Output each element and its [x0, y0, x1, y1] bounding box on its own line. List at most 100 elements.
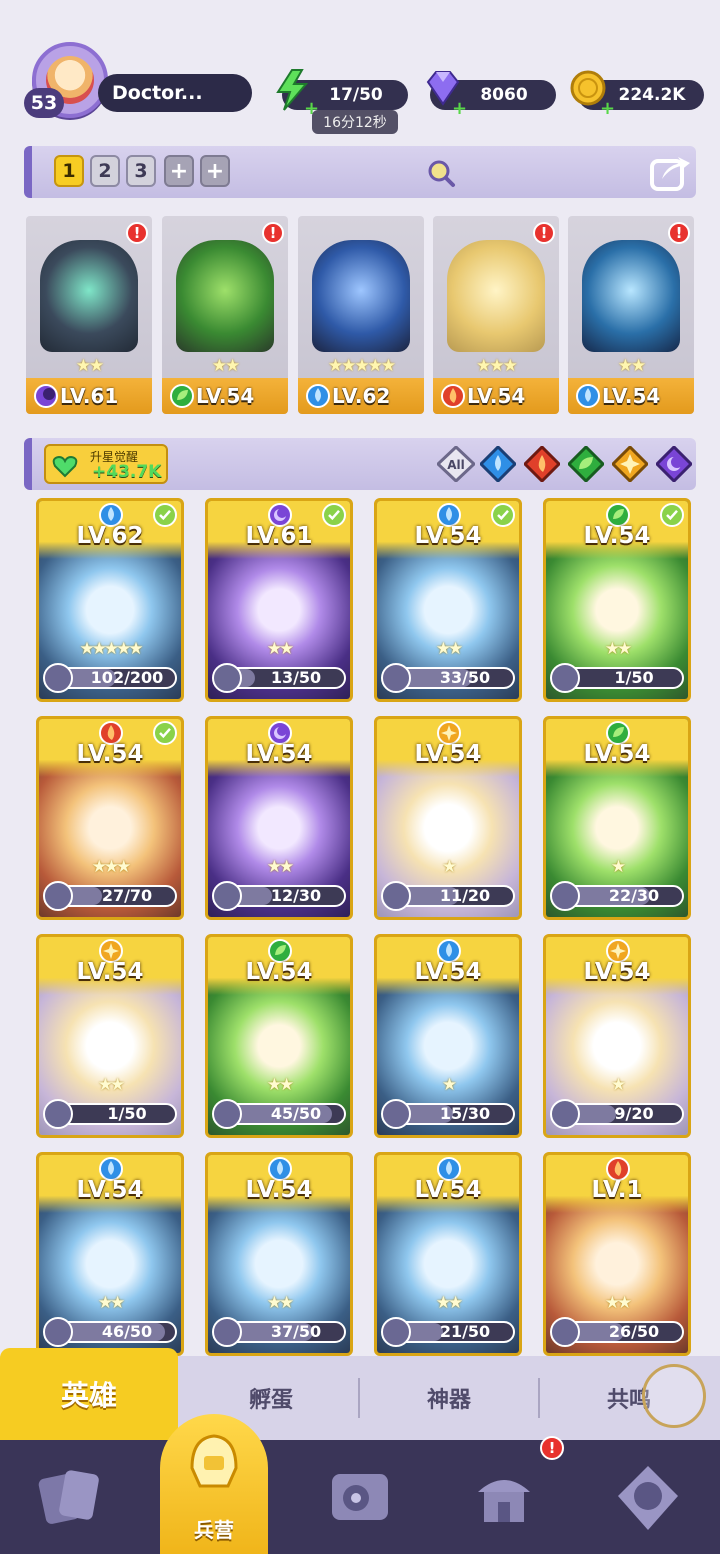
hero-level: LV.54: [76, 1177, 144, 1203]
hero-level: LV.54: [414, 523, 482, 549]
shard-count: 1/50: [614, 668, 654, 687]
map-compass-icon: [332, 1474, 388, 1520]
filter-fire-icon[interactable]: [524, 446, 560, 482]
nav-guild[interactable]: [576, 1440, 720, 1554]
team-tab-2[interactable]: 2: [90, 155, 120, 187]
filter-dark-icon[interactable]: [656, 446, 692, 482]
hero-card[interactable]: LV.62 ★★★★★ 102/200: [36, 498, 184, 702]
water-element-icon: [576, 384, 600, 408]
hero-level: LV.54: [583, 959, 651, 985]
hero-level: LV.54: [245, 959, 313, 985]
team-tab-1[interactable]: 1: [54, 155, 84, 187]
shard-icon: [550, 1317, 580, 1347]
nav-cards[interactable]: [0, 1440, 144, 1554]
tab-heroes[interactable]: 英雄: [0, 1348, 178, 1440]
star-rating: ★★: [266, 639, 294, 659]
awaken-value: +43.7K: [92, 462, 162, 482]
hero-card[interactable]: LV.54 ★ 9/20: [543, 934, 691, 1138]
fire-element-icon: [441, 384, 465, 408]
hero-level: LV.54: [196, 384, 255, 408]
star-rating: ★: [441, 857, 457, 877]
hero-level: LV.54: [245, 1177, 313, 1203]
energy-timer: 16分12秒: [312, 110, 398, 134]
share-icon[interactable]: [648, 151, 692, 193]
hero-card[interactable]: LV.54 ★★★ 27/70: [36, 716, 184, 920]
hero-card[interactable]: LV.54 ★ 15/30: [374, 934, 522, 1138]
hero-portrait: [312, 240, 410, 352]
hero-card[interactable]: LV.54 ★★ 21/50: [374, 1152, 522, 1356]
star-rating: ★: [610, 857, 626, 877]
barracks-helmet-icon: [190, 1434, 238, 1488]
filter-water-icon[interactable]: [480, 446, 516, 482]
gem-plus-icon[interactable]: +: [452, 98, 467, 119]
hero-level: LV.54: [583, 741, 651, 767]
player-level-badge: 53: [24, 88, 64, 118]
gold-value: 224.2K: [618, 85, 686, 105]
hero-level: LV.61: [60, 384, 119, 408]
team-tab-add-2[interactable]: +: [200, 155, 230, 187]
team-slot-1[interactable]: ! ★★ LV.61: [26, 216, 152, 414]
bottom-nav: 兵营 !: [0, 1414, 720, 1554]
nav-barracks[interactable]: 兵营: [160, 1414, 268, 1554]
sub-tab-bar: 英雄 孵蛋 神器 共鸣: [0, 1348, 720, 1440]
shard-icon: [381, 663, 411, 693]
level-bar: LV.54: [433, 378, 559, 414]
star-rating: ★★: [97, 1293, 125, 1313]
hero-card[interactable]: LV.54 ★★ 1/50: [543, 498, 691, 702]
star-rating: ★★★★★: [79, 639, 143, 659]
level-bar: LV.61: [26, 378, 152, 414]
hero-level: LV.54: [76, 959, 144, 985]
team-slot-3[interactable]: ★★★★★ LV.62: [298, 216, 424, 414]
hero-portrait: [582, 240, 680, 352]
shard-count: 46/50: [101, 1322, 153, 1341]
tab-artifact[interactable]: 神器: [360, 1356, 538, 1440]
nav-map[interactable]: [288, 1440, 432, 1554]
team-tab-add-1[interactable]: +: [164, 155, 194, 187]
hero-card[interactable]: LV.54 ★★ 45/50: [205, 934, 353, 1138]
star-awaken-button[interactable]: 升星觉醒 +43.7K: [44, 444, 168, 484]
level-bar: LV.54: [162, 378, 288, 414]
filter-all-button[interactable]: All: [437, 446, 475, 482]
star-rating: ★★: [97, 1075, 125, 1095]
water-element-icon: [306, 384, 330, 408]
hero-card[interactable]: LV.54 ★★ 12/30: [205, 716, 353, 920]
star-rating: ★★: [435, 1293, 463, 1313]
hero-level: LV.54: [414, 741, 482, 767]
hero-card[interactable]: LV.61 ★★ 13/50: [205, 498, 353, 702]
filter-light-icon[interactable]: [612, 446, 648, 482]
hero-card[interactable]: LV.54 ★ 22/30: [543, 716, 691, 920]
player-name[interactable]: Doctor...: [98, 74, 252, 112]
hero-level: LV.1: [591, 1177, 643, 1203]
gold-counter[interactable]: + 224.2K: [570, 70, 704, 119]
gem-counter[interactable]: + 8060: [426, 71, 556, 119]
shard-count: 33/50: [439, 668, 491, 687]
hero-card[interactable]: LV.54 ★ 11/20: [374, 716, 522, 920]
star-rating: ★★: [266, 857, 294, 877]
search-icon[interactable]: [426, 158, 456, 188]
hero-level: LV.54: [583, 523, 651, 549]
team-slot-2[interactable]: ! ★★ LV.54: [162, 216, 288, 414]
svg-text:All: All: [447, 458, 465, 472]
shard-icon: [43, 1317, 73, 1347]
shard-count: 11/20: [439, 886, 491, 905]
floating-ring-button[interactable]: [642, 1364, 706, 1428]
energy-counter[interactable]: + 17/50: [276, 69, 408, 119]
filter-nature-icon[interactable]: [568, 446, 604, 482]
team-slot-4[interactable]: ! ★★★ LV.54: [433, 216, 559, 414]
hero-level: LV.54: [245, 741, 313, 767]
level-bar: LV.54: [568, 378, 694, 414]
top-status-bar: 53 Doctor... + 17/50 16分12秒 + 8060 + 224…: [0, 36, 720, 136]
hero-card[interactable]: LV.1 ★★ 26/50: [543, 1152, 691, 1356]
shard-icon: [381, 1099, 411, 1129]
hero-card[interactable]: LV.54 ★★ 33/50: [374, 498, 522, 702]
hero-card[interactable]: LV.54 ★★ 46/50: [36, 1152, 184, 1356]
gold-plus-icon[interactable]: +: [600, 98, 615, 119]
hero-card[interactable]: LV.54 ★★ 1/50: [36, 934, 184, 1138]
team-tab-3[interactable]: 3: [126, 155, 156, 187]
team-slot-5[interactable]: ! ★★ LV.54: [568, 216, 694, 414]
hero-portrait: [447, 240, 545, 352]
guild-emblem-icon: [618, 1466, 678, 1530]
shard-icon: [43, 1099, 73, 1129]
star-rating: ★★: [211, 356, 240, 376]
hero-card[interactable]: LV.54 ★★ 37/50: [205, 1152, 353, 1356]
